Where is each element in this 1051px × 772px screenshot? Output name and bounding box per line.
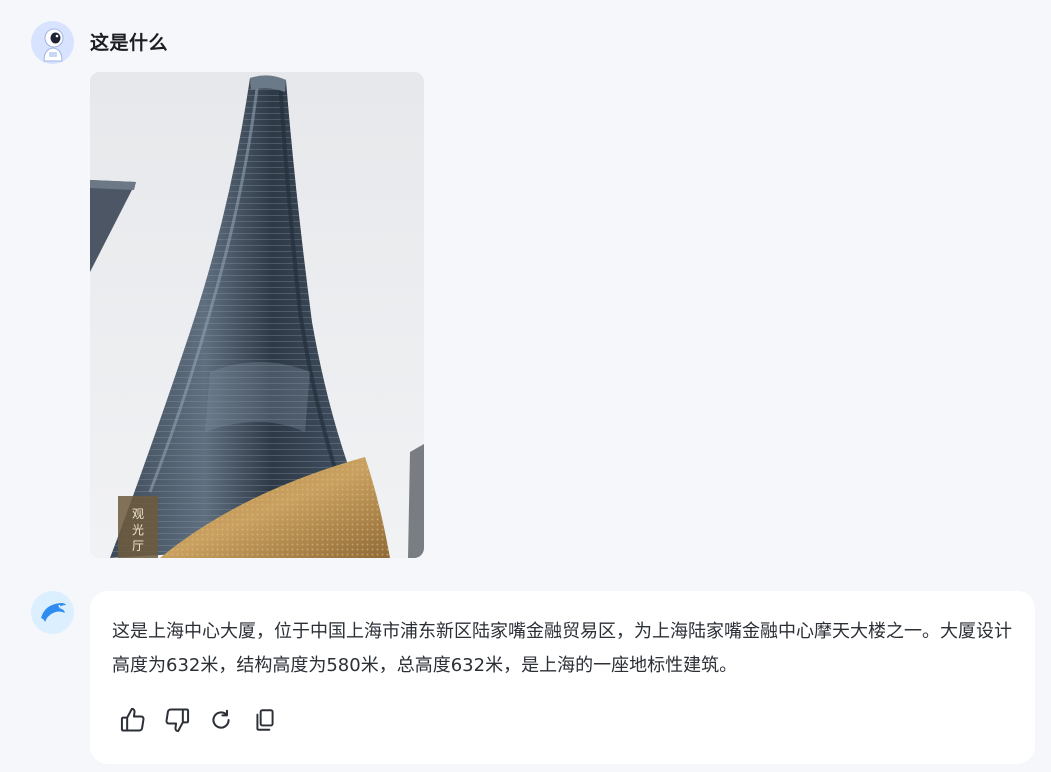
thumbs-up-icon (120, 707, 145, 732)
thumbs-down-icon (165, 708, 190, 733)
astronaut-avatar-icon (31, 21, 74, 64)
copy-icon (256, 709, 274, 731)
dolphin-avatar-icon (31, 591, 74, 634)
like-button[interactable] (118, 705, 148, 735)
svg-text:观: 观 (132, 507, 144, 521)
assistant-message-bubble: 这是上海中心大厦，位于中国上海市浦东新区陆家嘴金融贸易区，为上海陆家嘴金融中心摩… (90, 591, 1035, 764)
shanghai-tower-photo[interactable]: 观 光 厅 (90, 72, 424, 558)
dislike-button[interactable] (162, 705, 192, 735)
copy-button[interactable] (250, 705, 280, 735)
shanghai-tower-image: 观 光 厅 (90, 72, 424, 558)
chat-page: 这是什么 观 光 厅 这是上海中心大厦，位于中国上海市浦东新区陆家嘴金融贸易区，… (0, 0, 1051, 772)
refresh-icon (212, 709, 230, 729)
regenerate-button[interactable] (206, 705, 236, 735)
assistant-answer-text: 这是上海中心大厦，位于中国上海市浦东新区陆家嘴金融贸易区，为上海陆家嘴金融中心摩… (112, 621, 1012, 676)
svg-text:厅: 厅 (132, 539, 144, 553)
user-avatar (31, 21, 74, 64)
message-actions (118, 705, 280, 735)
svg-text:光: 光 (132, 523, 144, 537)
assistant-avatar (31, 591, 74, 634)
user-question: 这是什么 (90, 32, 169, 54)
